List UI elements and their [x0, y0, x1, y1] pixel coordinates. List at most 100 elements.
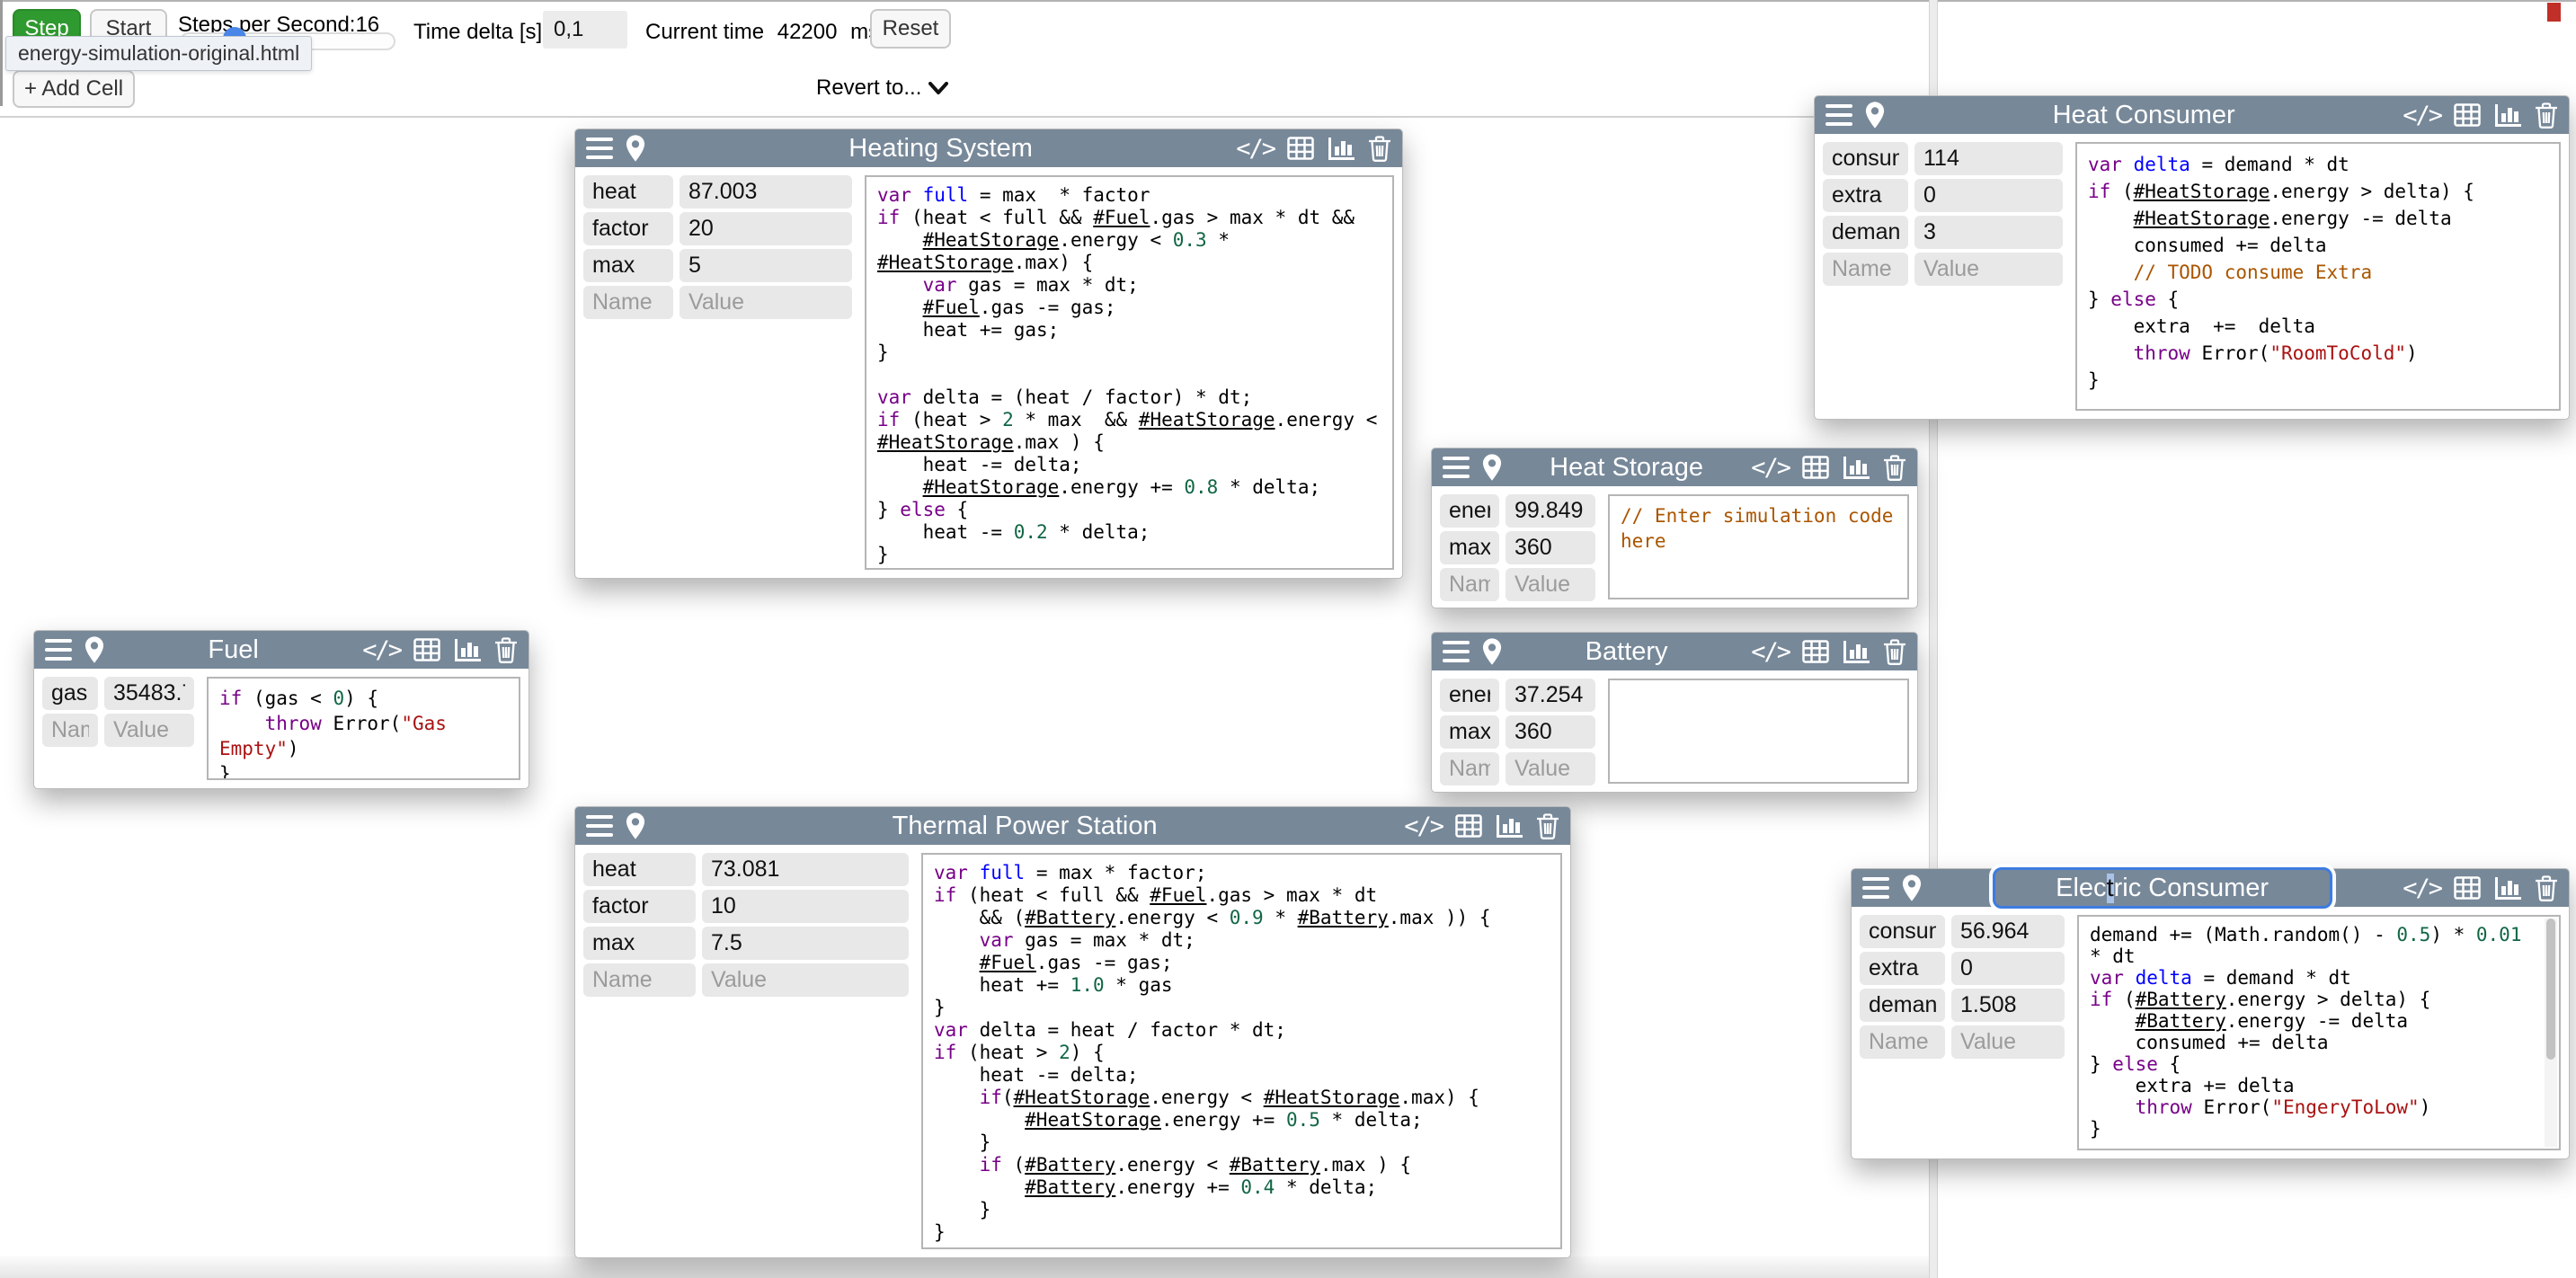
param-name-input[interactable] [583, 927, 696, 960]
time-delta-input[interactable] [543, 11, 627, 49]
param-value-input[interactable] [1506, 752, 1595, 785]
param-name-input[interactable] [1860, 989, 1945, 1022]
chart-view-icon[interactable] [2493, 875, 2522, 901]
table-view-icon[interactable] [1802, 456, 1829, 479]
param-value-input[interactable] [1506, 494, 1595, 528]
code-view-icon[interactable]: </> [1404, 812, 1443, 840]
table-view-icon[interactable] [2454, 876, 2481, 900]
menu-icon[interactable] [1443, 641, 1470, 662]
param-name-input[interactable] [583, 249, 673, 282]
code-editor[interactable] [1608, 679, 1909, 784]
location-pin-icon[interactable] [626, 135, 645, 162]
chart-view-icon[interactable] [453, 637, 482, 662]
delete-icon[interactable] [494, 636, 518, 663]
delete-icon[interactable] [1536, 812, 1559, 839]
code-view-icon[interactable]: </> [362, 636, 401, 664]
param-value-input[interactable] [702, 963, 909, 997]
location-pin-icon[interactable] [1482, 454, 1502, 481]
param-name-input[interactable] [42, 714, 98, 747]
add-cell-button[interactable]: + Add Cell [13, 70, 135, 108]
reset-button[interactable]: Reset [870, 9, 951, 49]
param-value-input[interactable] [1914, 142, 2063, 175]
cell-header[interactable]: Heat Storage</> [1432, 448, 1917, 486]
param-name-input[interactable] [1823, 179, 1908, 212]
location-pin-icon[interactable] [84, 636, 104, 663]
code-editor[interactable]: demand += (Math.random() - 0.5) * 0.01* … [2077, 915, 2561, 1150]
param-name-input[interactable] [1860, 952, 1945, 985]
param-value-input[interactable] [1506, 568, 1595, 601]
table-view-icon[interactable] [413, 638, 440, 661]
param-value-input[interactable] [104, 714, 194, 747]
chart-view-icon[interactable] [1842, 455, 1870, 480]
location-pin-icon[interactable] [1865, 102, 1885, 129]
param-value-input[interactable] [680, 286, 852, 319]
code-editor[interactable]: var full = max * factor;if (heat < full … [921, 853, 1562, 1249]
cell-header[interactable]: Heating System</> [575, 129, 1402, 167]
param-name-input[interactable] [1860, 1025, 1945, 1059]
code-view-icon[interactable]: </> [1236, 135, 1275, 163]
code-view-icon[interactable]: </> [2403, 102, 2441, 129]
chart-view-icon[interactable] [1495, 813, 1523, 839]
revert-dropdown[interactable]: Revert to... [816, 75, 948, 101]
param-value-input[interactable] [1951, 1025, 2065, 1059]
param-name-input[interactable] [1440, 531, 1499, 564]
param-name-input[interactable] [42, 677, 98, 710]
cell-header[interactable]: Thermal Power Station</> [575, 807, 1570, 845]
param-value-input[interactable] [1914, 179, 2063, 212]
menu-icon[interactable] [1862, 877, 1889, 899]
param-name-input[interactable] [1440, 715, 1499, 749]
param-name-input[interactable] [583, 963, 696, 997]
param-value-input[interactable] [680, 249, 852, 282]
param-name-input[interactable] [583, 175, 673, 209]
location-pin-icon[interactable] [626, 812, 645, 839]
table-view-icon[interactable] [2454, 103, 2481, 127]
param-name-input[interactable] [1440, 752, 1499, 785]
menu-icon[interactable] [586, 138, 613, 159]
table-view-icon[interactable] [1455, 814, 1482, 838]
cell-header[interactable]: Electric Consumer</> [1852, 869, 2569, 907]
code-editor[interactable]: // Enter simulation codehere [1608, 494, 1909, 599]
cell-title-input[interactable]: Electric Consumer [1993, 867, 2332, 909]
table-view-icon[interactable] [1802, 640, 1829, 663]
param-value-input[interactable] [1914, 253, 2063, 286]
param-value-input[interactable] [702, 853, 909, 886]
param-name-input[interactable] [1440, 679, 1499, 712]
chart-view-icon[interactable] [2493, 102, 2522, 128]
menu-icon[interactable] [1825, 104, 1852, 126]
delete-icon[interactable] [1883, 638, 1906, 665]
param-name-input[interactable] [1440, 494, 1499, 528]
code-editor[interactable]: if (gas < 0) { throw Error("GasEmpty")} [207, 677, 520, 780]
cell-header[interactable]: Heat Consumer</> [1815, 96, 2569, 134]
param-value-input[interactable] [702, 890, 909, 923]
cell-header[interactable]: Battery</> [1432, 633, 1917, 670]
param-name-input[interactable] [583, 853, 696, 886]
param-name-input[interactable] [1823, 142, 1908, 175]
param-name-input[interactable] [1823, 216, 1908, 249]
param-value-input[interactable] [680, 175, 852, 209]
param-name-input[interactable] [583, 286, 673, 319]
table-view-icon[interactable] [1287, 137, 1314, 160]
param-value-input[interactable] [702, 927, 909, 960]
chart-view-icon[interactable] [1327, 136, 1355, 161]
location-pin-icon[interactable] [1482, 638, 1502, 665]
param-value-input[interactable] [1914, 216, 2063, 249]
param-value-input[interactable] [1506, 715, 1595, 749]
code-editor[interactable]: var delta = demand * dtif (#HeatStorage.… [2075, 142, 2561, 411]
delete-icon[interactable] [1368, 135, 1391, 162]
param-value-input[interactable] [680, 212, 852, 245]
location-pin-icon[interactable] [1902, 874, 1922, 901]
code-view-icon[interactable]: </> [1751, 638, 1790, 666]
code-editor[interactable]: var full = max * factorif (heat < full &… [865, 175, 1394, 570]
cell-header[interactable]: Fuel</> [34, 631, 529, 669]
param-name-input[interactable] [583, 890, 696, 923]
chart-view-icon[interactable] [1842, 639, 1870, 664]
param-value-input[interactable] [1951, 952, 2065, 985]
param-value-input[interactable] [104, 677, 194, 710]
param-name-input[interactable] [1823, 253, 1908, 286]
param-value-input[interactable] [1506, 679, 1595, 712]
param-value-input[interactable] [1951, 915, 2065, 948]
param-value-input[interactable] [1951, 989, 2065, 1022]
param-name-input[interactable] [583, 212, 673, 245]
delete-icon[interactable] [2535, 874, 2558, 901]
menu-icon[interactable] [586, 815, 613, 837]
